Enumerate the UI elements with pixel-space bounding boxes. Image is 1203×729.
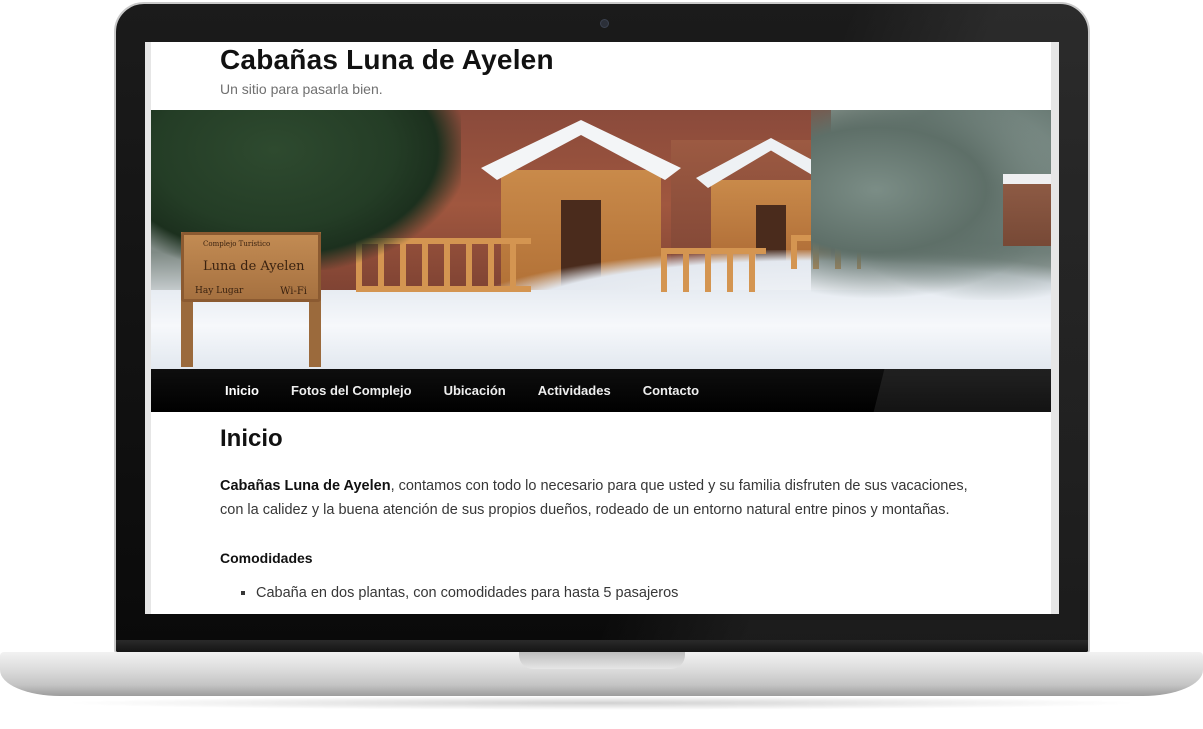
site-description: Un sitio para pasarla bien.	[220, 81, 383, 97]
nav-item-contacto[interactable]: Contacto	[627, 369, 715, 412]
distant-cabin	[1003, 174, 1051, 246]
features-list: Cabaña en dos plantas, con comodidades p…	[256, 581, 980, 605]
nav-item-actividades[interactable]: Actividades	[522, 369, 627, 412]
nav-item-ubicacion[interactable]: Ubicación	[428, 369, 522, 412]
nav-glare	[873, 369, 1051, 412]
main-content: Inicio Cabañas Luna de Ayelen, contamos …	[220, 424, 980, 605]
laptop-base	[0, 652, 1203, 696]
sign-left-text: Hay Lugar	[195, 286, 244, 296]
sign-top-text: Complejo Turístico	[203, 240, 271, 248]
nav-menu: Inicio Fotos del Complejo Ubicación Acti…	[209, 369, 715, 412]
wooden-railing-2	[661, 248, 766, 292]
features-heading: Comodidades	[220, 550, 313, 566]
camera-icon	[600, 19, 609, 28]
list-item: Cabaña en dos plantas, con comodidades p…	[256, 581, 980, 605]
nav-item-inicio[interactable]: Inicio	[209, 369, 275, 412]
site-title[interactable]: Cabañas Luna de Ayelen	[220, 44, 554, 76]
header-image: Complejo Turístico Luna de Ayelen Hay Lu…	[151, 110, 1051, 369]
sign-main-text: Luna de Ayelen	[203, 259, 305, 274]
intro-paragraph: Cabañas Luna de Ayelen, contamos con tod…	[220, 474, 980, 522]
laptop-notch	[519, 652, 685, 669]
page-title: Inicio	[220, 425, 283, 452]
web-page: Cabañas Luna de Ayelen Un sitio para pas…	[151, 42, 1051, 614]
laptop-shadow	[60, 696, 1143, 710]
lid-bezel-bottom	[116, 640, 1088, 652]
site-header: Cabañas Luna de Ayelen Un sitio para pas…	[220, 42, 1000, 110]
laptop-screen: Cabañas Luna de Ayelen Un sitio para pas…	[145, 42, 1059, 614]
nav-item-fotos-del-complejo[interactable]: Fotos del Complejo	[275, 369, 428, 412]
sign-bottom-row: Hay Lugar Wi-Fi	[195, 286, 307, 300]
main-navigation: Inicio Fotos del Complejo Ubicación Acti…	[151, 369, 1051, 412]
sign-right-text: Wi-Fi	[280, 286, 307, 297]
intro-strong: Cabañas Luna de Ayelen	[220, 478, 391, 494]
